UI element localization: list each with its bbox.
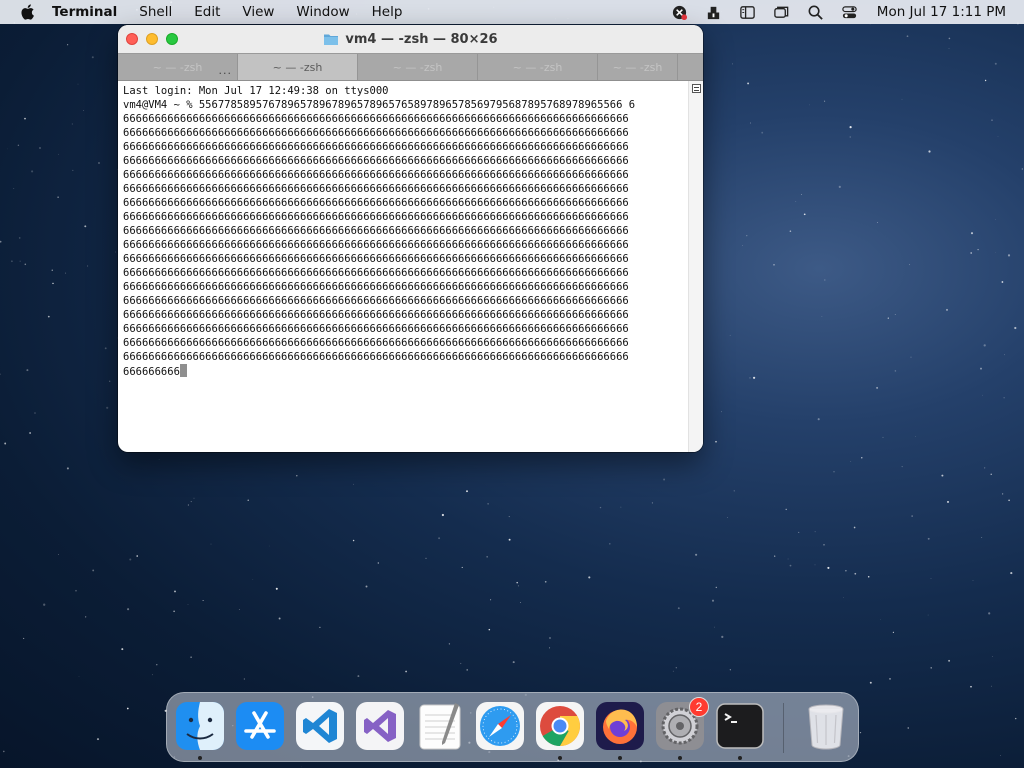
screen-mirroring-icon[interactable] [765,0,799,24]
running-indicator [558,756,562,760]
vertical-scrollbar[interactable] [688,81,703,452]
trash-icon [808,704,844,750]
menu-window[interactable]: Window [285,0,360,24]
menu-bar-clock[interactable]: Mon Jul 17 1:11 PM [867,4,1024,20]
user-switch-icon[interactable] [697,0,731,24]
dock-visual-studio[interactable] [355,701,405,751]
dock: 2 [166,692,859,762]
shell-prompt: vm4@VM4 ~ % [123,99,199,111]
output-line: 6666666666666666666666666666666666666666… [123,253,629,265]
tab-zsh-5[interactable]: ~ — -zsh [598,54,678,80]
output-line: 6666666666666666666666666666666666666666… [123,169,629,181]
sharing-status-icon[interactable] [663,0,697,24]
output-lines: 6666666666666666666666666666666666666666… [123,112,688,364]
sidebar-status-icon[interactable] [731,0,765,24]
window-titlebar[interactable]: vm4 — -zsh — 80×26 [118,25,703,53]
running-indicator [198,756,202,760]
tab-zsh-3[interactable]: ~ — -zsh [358,54,478,80]
window-title: vm4 — -zsh — 80×26 [345,31,498,47]
output-line: 6666666666666666666666666666666666666666… [123,155,629,167]
terminal-icon [716,703,764,749]
output-line: 6666666666666666666666666666666666666666… [123,351,629,363]
output-line: 6666666666666666666666666666666666666666… [123,295,629,307]
dock-safari[interactable] [475,701,525,751]
typed-input: 5567785895767896578967896578965765897896… [198,99,636,111]
menu-bar: Terminal Shell Edit View Window Help Mon… [0,0,1024,24]
output-line: 6666666666666666666666666666666666666666… [123,281,629,293]
tab-zsh-1[interactable]: ~ — -zsh ... [118,54,238,80]
running-indicator [738,756,742,760]
last-input-fragment: 666666666 [123,366,180,378]
output-line: 6666666666666666666666666666666666666666… [123,197,629,209]
running-indicator [618,756,622,760]
safari-icon [476,702,524,750]
running-indicator [678,756,682,760]
output-line: 6666666666666666666666666666666666666666… [123,309,629,321]
terminal-output[interactable]: Last login: Mon Jul 17 12:49:38 on ttys0… [118,81,688,452]
output-line: 6666666666666666666666666666666666666666… [123,267,629,279]
vscode-icon [296,702,344,750]
control-center-icon[interactable] [833,0,867,24]
dock-trash[interactable] [801,701,851,751]
dock-separator [783,703,784,753]
tab-label: ~ — -zsh [392,60,443,74]
prompt-line: vm4@VM4 ~ % 5567785895767896578967896578… [123,98,688,112]
finder-icon [176,702,224,750]
output-line: 6666666666666666666666666666666666666666… [123,225,629,237]
chrome-icon [536,702,584,750]
output-line: 6666666666666666666666666666666666666666… [123,239,629,251]
output-line: 6666666666666666666666666666666666666666… [123,141,629,153]
output-line: 6666666666666666666666666666666666666666… [123,323,629,335]
menu-app-terminal[interactable]: Terminal [52,0,128,24]
menu-view[interactable]: View [231,0,285,24]
menu-shell[interactable]: Shell [128,0,183,24]
tab-label: ~ — -zsh [272,60,323,74]
notification-badge: 2 [689,697,709,717]
text-cursor [179,364,187,377]
dock-firefox[interactable] [595,701,645,760]
menu-help[interactable]: Help [361,0,414,24]
spotlight-search-icon[interactable] [799,0,833,24]
dock-textedit[interactable] [415,701,465,751]
tab-zsh-4[interactable]: ~ — -zsh [478,54,598,80]
split-pane-icon[interactable] [692,84,701,93]
app-store-icon [236,702,284,750]
tab-bar-empty-area [678,54,703,80]
dock-finder[interactable] [175,701,225,760]
input-line: 666666666 [123,364,688,379]
output-line: 6666666666666666666666666666666666666666… [123,337,629,349]
dock-app-store[interactable] [235,701,285,751]
dock-terminal[interactable] [715,701,765,760]
dock-chrome[interactable] [535,701,585,760]
textedit-icon [419,703,461,750]
tab-label: ~ — -zsh [152,60,203,74]
output-line: 6666666666666666666666666666666666666666… [123,183,629,195]
visual-studio-icon [356,702,404,750]
tab-bar: ~ — -zsh ... ~ — -zsh ~ — -zsh ~ — -zsh … [118,53,703,81]
tab-zsh-2[interactable]: ~ — -zsh [238,54,358,80]
dock-visual-studio-code[interactable] [295,701,345,751]
apple-menu-icon[interactable] [18,3,36,21]
zoom-window-button[interactable] [166,33,178,45]
output-line: 6666666666666666666666666666666666666666… [123,211,629,223]
firefox-icon [596,702,644,750]
minimize-window-button[interactable] [146,33,158,45]
tab-label: ~ — -zsh [612,60,663,74]
output-line: 6666666666666666666666666666666666666666… [123,127,629,139]
terminal-window: vm4 — -zsh — 80×26 ~ — -zsh ... ~ — -zsh… [118,25,703,452]
output-line: 6666666666666666666666666666666666666666… [123,113,629,125]
tab-overflow-indicator[interactable]: ... [219,64,233,77]
menu-edit[interactable]: Edit [183,0,231,24]
tab-label: ~ — -zsh [512,60,563,74]
folder-icon [324,34,339,45]
close-window-button[interactable] [126,33,138,45]
last-login-line: Last login: Mon Jul 17 12:49:38 on ttys0… [123,85,389,97]
dock-system-preferences[interactable]: 2 [655,697,709,760]
